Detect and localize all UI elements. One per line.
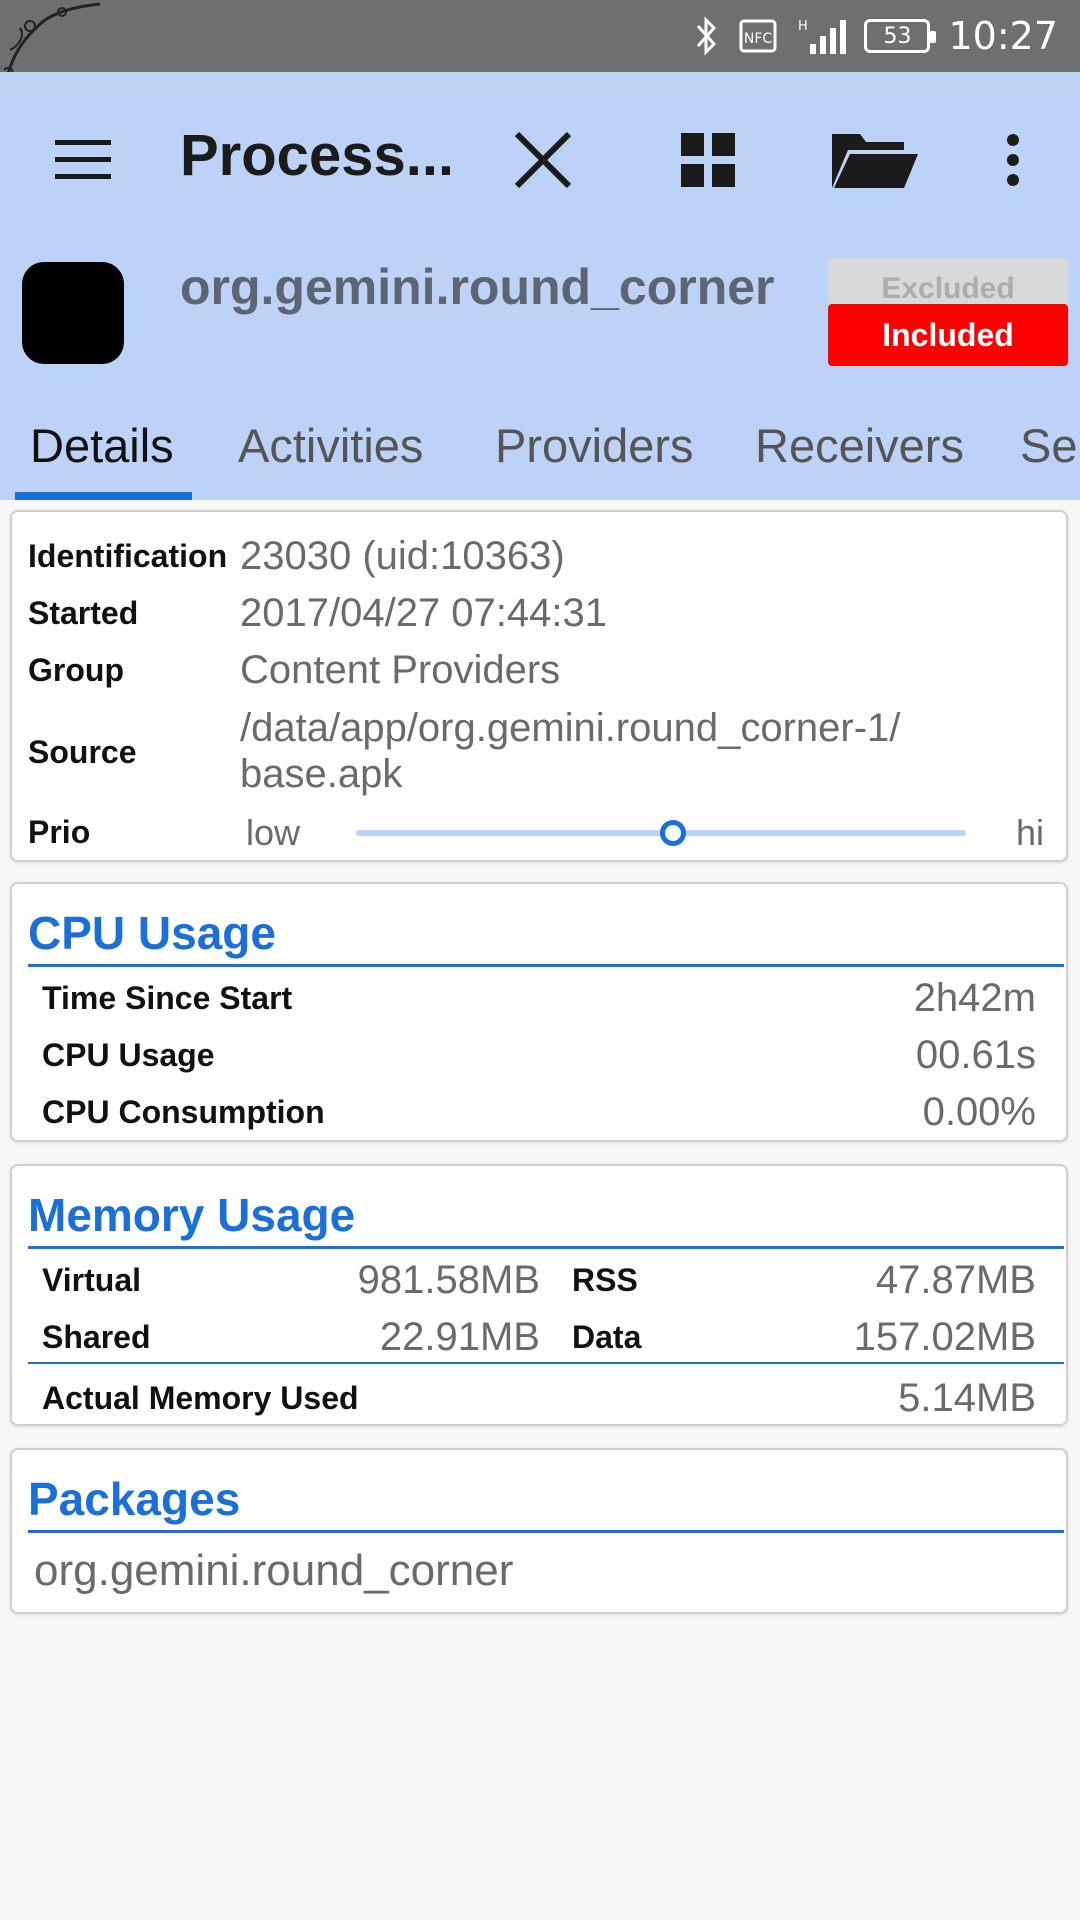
memory-section-title: Memory Usage <box>28 1189 356 1241</box>
started-label: Started <box>28 595 139 631</box>
prio-low-label: low <box>246 812 301 853</box>
tab-receivers[interactable]: Receivers <box>755 418 964 473</box>
bluetooth-icon <box>692 16 720 56</box>
more-options-button[interactable] <box>985 117 1041 203</box>
details-card: Identification 23030 (uid:10363) Started… <box>10 510 1068 862</box>
packages-card: Packages org.gemini.round_corner <box>10 1448 1068 1614</box>
source-value-line1: /data/app/org.gemini.round_corner-1/ <box>240 706 901 750</box>
app-package-name: org.gemini.round_corner <box>180 259 775 315</box>
svg-text:NFC: NFC <box>744 31 773 47</box>
prio-hi-label: hi <box>1016 812 1045 853</box>
tab-bar: Details Activities Providers Receivers S… <box>0 400 1080 500</box>
identification-label: Identification <box>28 538 228 574</box>
shared-label: Shared <box>42 1319 151 1355</box>
tab-activities[interactable]: Activities <box>238 418 423 473</box>
toolbar-title: Process... <box>180 123 450 188</box>
folder-button[interactable] <box>825 117 925 203</box>
prio-label: Prio <box>28 814 91 850</box>
packages-section-title: Packages <box>28 1473 241 1525</box>
time-since-start-value: 2h42m <box>913 976 1036 1020</box>
package-item[interactable]: org.gemini.round_corner <box>34 1546 513 1596</box>
shared-value: 22.91MB <box>379 1315 540 1359</box>
close-icon <box>514 131 572 189</box>
cpu-consumption-value: 0.00% <box>922 1090 1036 1134</box>
actual-memory-label: Actual Memory Used <box>42 1380 359 1416</box>
cpu-section-title: CPU Usage <box>28 907 276 959</box>
close-button[interactable] <box>500 117 586 203</box>
virtual-value: 981.58MB <box>357 1258 540 1302</box>
status-clock: 10:27 <box>948 14 1058 58</box>
status-bar: NFC H 53 10:27 <box>0 0 1080 91</box>
app-icon <box>22 262 124 364</box>
data-value: 157.02MB <box>853 1315 1036 1359</box>
include-exclude-toggle[interactable]: Excluded Included <box>828 258 1068 366</box>
rss-value: 47.87MB <box>875 1258 1036 1302</box>
packages-section-divider <box>28 1530 1064 1533</box>
started-value: 2017/04/27 07:44:31 <box>240 591 608 635</box>
data-label: Data <box>572 1319 642 1355</box>
included-option[interactable]: Included <box>828 304 1068 366</box>
time-since-start-label: Time Since Start <box>42 980 293 1016</box>
cpu-section-divider <box>28 964 1064 967</box>
identification-value: 23030 (uid:10363) <box>240 534 565 578</box>
group-label: Group <box>28 652 124 688</box>
folder-icon <box>832 134 918 188</box>
memory-section-divider <box>28 1246 1064 1249</box>
battery-icon: 53 <box>864 19 937 53</box>
cpu-usage-card: CPU Usage Time Since Start 2h42m CPU Usa… <box>10 882 1068 1142</box>
memory-total-divider <box>28 1362 1064 1364</box>
signal-icon: H <box>796 16 847 56</box>
tab-services[interactable]: Se <box>1020 418 1078 473</box>
group-value: Content Providers <box>240 648 561 692</box>
source-value-line2: base.apk <box>240 752 403 796</box>
more-vert-icon <box>1007 134 1019 186</box>
memory-usage-card: Memory Usage Virtual 981.58MB RSS 47.87M… <box>10 1164 1068 1426</box>
tab-indicator <box>15 492 192 500</box>
virtual-label: Virtual <box>42 1262 141 1298</box>
svg-text:H: H <box>798 19 808 34</box>
cpu-usage-value: 00.61s <box>915 1033 1036 1077</box>
app-header: org.gemini.round_corner Excluded Include… <box>0 240 1080 400</box>
grid-view-button[interactable] <box>665 117 751 203</box>
source-label: Source <box>28 734 137 770</box>
actual-memory-value: 5.14MB <box>898 1376 1036 1420</box>
nfc-icon: NFC <box>738 16 778 56</box>
toolbar: Process... <box>0 72 1080 240</box>
tab-providers[interactable]: Providers <box>495 418 694 473</box>
menu-button[interactable] <box>40 117 126 203</box>
menu-icon <box>55 140 111 179</box>
rss-label: RSS <box>572 1262 638 1298</box>
grid-icon <box>681 133 735 187</box>
cpu-usage-label: CPU Usage <box>42 1037 215 1073</box>
tab-details[interactable]: Details <box>30 418 174 473</box>
priority-slider-thumb[interactable] <box>660 820 687 846</box>
cpu-consumption-label: CPU Consumption <box>42 1094 325 1130</box>
